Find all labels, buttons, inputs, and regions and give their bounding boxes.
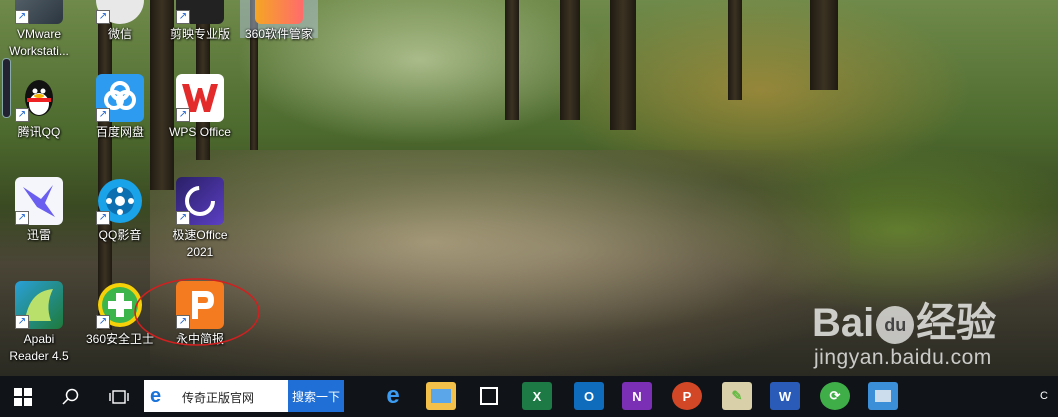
taskbar-onenote[interactable]: N xyxy=(622,382,652,410)
apabi-reader-icon: ↗ xyxy=(15,281,63,329)
taskbar-excel[interactable]: X xyxy=(522,382,552,410)
taskbar: e 传奇正版官网 搜索一下 e X O N P ✎ W ⟳ C xyxy=(0,376,1058,417)
icon-label: QQ影音 xyxy=(98,228,142,242)
excel-icon: X xyxy=(532,388,542,404)
desktop-icon-360-software-manager[interactable]: 360软件管家 xyxy=(240,0,318,41)
icon-label-line2: 2021 xyxy=(186,245,214,259)
search-text: 传奇正版官网 xyxy=(182,391,255,405)
annotation-ellipse xyxy=(134,278,260,346)
paint-icon: ✎ xyxy=(731,388,743,403)
icon-label: WPS Office xyxy=(169,125,231,139)
360-software-manager-icon xyxy=(255,0,303,24)
taskbar-outlook[interactable]: O xyxy=(574,382,604,410)
store-icon xyxy=(480,387,498,405)
taskbar-edge[interactable]: e xyxy=(378,382,408,410)
word-icon: W xyxy=(778,388,792,404)
vmware-icon: ↗ xyxy=(15,0,63,24)
tree-trunk xyxy=(810,0,838,90)
outlook-icon: O xyxy=(583,388,595,404)
qq-icon: ↗ xyxy=(15,74,63,122)
taskbar-blue-app[interactable] xyxy=(868,382,898,410)
desktop-icon-apabi-reader[interactable]: ↗ Apabi Reader 4.5 xyxy=(0,281,78,365)
window-icon xyxy=(875,390,891,402)
jianying-icon: ↗ xyxy=(176,0,224,24)
clock-partial[interactable]: C xyxy=(1040,390,1048,402)
desktop-icon-wps-office[interactable]: ↗ WPS Office xyxy=(161,74,239,141)
watermark-brand: Bai xyxy=(812,301,875,345)
icon-label: 360软件管家 xyxy=(244,27,314,41)
icon-label: 极速Office xyxy=(172,228,228,242)
folder-icon xyxy=(431,389,451,403)
tree-trunk xyxy=(728,0,742,100)
web-search-box[interactable]: e 传奇正版官网 xyxy=(144,380,288,412)
task-view-icon xyxy=(109,389,129,404)
taskbar-word[interactable]: W xyxy=(770,382,800,410)
icon-label: 百度网盘 xyxy=(95,125,144,139)
desktop-icon-xunlei[interactable]: ↗ 迅雷 xyxy=(0,177,78,244)
taskbar-file-explorer[interactable] xyxy=(426,382,456,410)
search-button[interactable] xyxy=(48,376,94,417)
watermark-jingyan: 经验 xyxy=(916,301,997,345)
icon-label: 腾讯QQ xyxy=(17,125,61,139)
taskbar-paint[interactable]: ✎ xyxy=(722,382,752,410)
baidu-netdisk-icon: ↗ xyxy=(96,74,144,122)
tree-trunk xyxy=(505,0,519,120)
desktop-icon-wechat[interactable]: ↗ 微信 xyxy=(81,0,159,43)
desktop-icon-qq[interactable]: ↗ 腾讯QQ xyxy=(0,74,78,141)
jisu-office-icon: ↗ xyxy=(176,177,224,225)
xunlei-icon: ↗ xyxy=(15,177,63,225)
icon-label: 剪映专业版 xyxy=(169,27,230,41)
paw-icon: du xyxy=(876,306,915,345)
taskbar-green-app[interactable]: ⟳ xyxy=(820,382,850,410)
tree-trunk xyxy=(610,0,636,130)
powerpoint-icon: P xyxy=(682,388,692,404)
edge-icon: e xyxy=(386,382,400,409)
icon-label-line2: Workstati... xyxy=(9,44,69,58)
ie-icon: e xyxy=(150,385,162,407)
tree-trunk xyxy=(560,0,580,120)
watermark-url: jingyan.baidu.com xyxy=(814,346,992,369)
taskbar-store[interactable] xyxy=(474,382,504,410)
icon-label: 微信 xyxy=(107,27,132,41)
icon-label-line2: Reader 4.5 xyxy=(9,349,69,363)
search-submit-button[interactable]: 搜索一下 xyxy=(288,380,344,412)
desktop-icon-vmware[interactable]: ↗ VMware Workstati... xyxy=(0,0,78,60)
task-view-button[interactable] xyxy=(96,376,142,417)
windows-icon xyxy=(14,387,32,406)
desktop-icon-jisu-office[interactable]: ↗ 极速Office 2021 xyxy=(161,177,239,261)
baidu-jingyan-watermark: Bai du 经验 jingyan.baidu.com xyxy=(812,300,996,370)
start-button[interactable] xyxy=(0,376,46,417)
qq-player-icon: ↗ xyxy=(96,177,144,225)
taskbar-powerpoint[interactable]: P xyxy=(672,382,702,410)
desktop-icon-baidu-netdisk[interactable]: ↗ 百度网盘 xyxy=(81,74,159,141)
wechat-icon: ↗ xyxy=(96,0,144,24)
icon-label: Apabi xyxy=(23,332,55,346)
wps-office-icon: ↗ xyxy=(176,74,224,122)
refresh-icon: ⟳ xyxy=(829,388,841,403)
desktop-icon-qq-player[interactable]: ↗ QQ影音 xyxy=(81,177,159,244)
desktop-icon-jianying[interactable]: ↗ 剪映专业版 xyxy=(161,0,239,43)
onenote-icon: N xyxy=(632,388,642,404)
watermark-du: du xyxy=(884,315,907,336)
search-icon xyxy=(62,388,79,405)
icon-label: 迅雷 xyxy=(26,228,51,242)
icon-label: VMware xyxy=(16,27,61,41)
